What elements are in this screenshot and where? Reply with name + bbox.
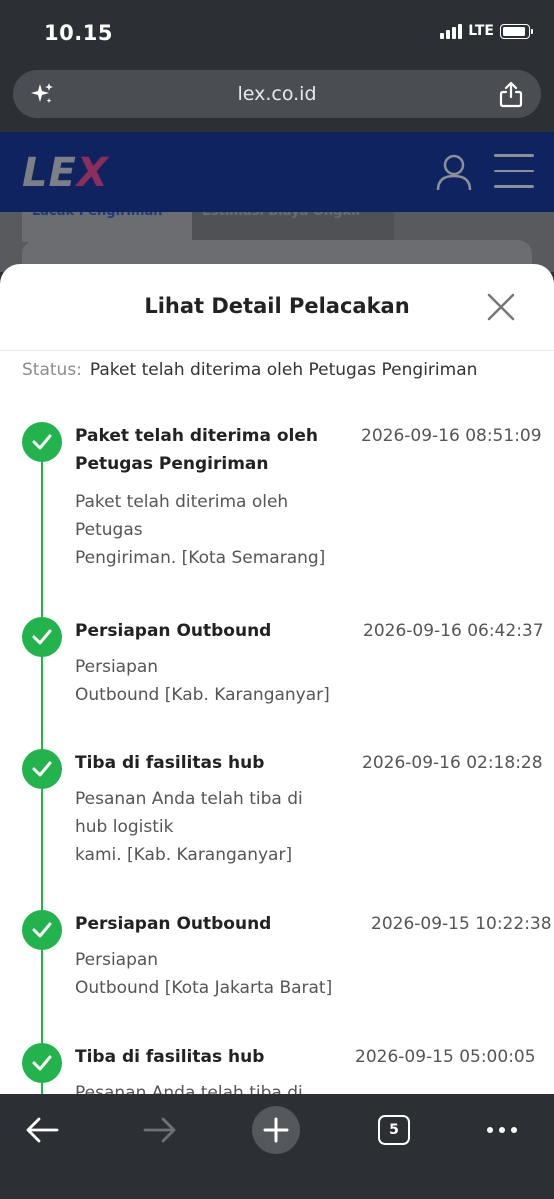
check-icon <box>22 422 62 462</box>
tab-estimasi-biaya: Estimasi Biaya Ongkir <box>192 212 394 242</box>
arrow-right-icon <box>143 1117 176 1143</box>
event-title: Tiba di fasilitas hub <box>75 753 265 773</box>
user-icon[interactable] <box>434 152 474 192</box>
signal-icon <box>440 23 463 39</box>
status-label: Status: <box>22 360 82 380</box>
status-summary: Status: Paket telah diterima oleh Petugas… <box>22 360 477 380</box>
event-description: Paket telah diterima oleh Petugas Pengir… <box>75 492 326 568</box>
hamburger-menu-icon[interactable] <box>494 154 534 190</box>
browser-url-area: lex.co.id <box>0 66 554 132</box>
close-icon[interactable] <box>486 292 516 322</box>
event-title: Tiba di fasilitas hub <box>75 1047 265 1067</box>
battery-icon <box>500 23 533 39</box>
forward-button[interactable] <box>140 1106 180 1154</box>
browser-toolbar: 5 <box>0 1094 554 1199</box>
check-icon <box>22 910 62 950</box>
event-title: Persiapan Outbound <box>75 914 272 934</box>
arrow-left-icon <box>26 1117 59 1143</box>
address-bar[interactable]: lex.co.id <box>13 70 541 118</box>
check-icon <box>22 749 62 789</box>
status-bar: 10.15 LTE <box>0 0 554 66</box>
plus-icon <box>263 1117 289 1143</box>
event-title: Persiapan Outbound <box>75 621 272 641</box>
sheet-title: Lihat Detail Pelacakan <box>144 294 410 318</box>
event-description: Persiapan Outbound [Kab. Karanganyar] <box>75 657 330 705</box>
more-options-icon[interactable] <box>482 1106 522 1154</box>
status-icons: LTE <box>440 23 533 39</box>
event-description: Persiapan Outbound [Kota Jakarta Barat] <box>75 950 333 998</box>
lex-logo[interactable]: LEX <box>22 150 109 196</box>
check-icon <box>22 617 62 657</box>
event-description: Pesanan Anda telah tiba di hub logistik … <box>75 789 303 865</box>
network-type: LTE <box>468 23 494 39</box>
tab-lacak-pengiriman: Lacak Pengiriman <box>22 212 192 242</box>
event-time: 2026-09-15 10:22:38 <box>371 914 552 934</box>
event-time: 2026-09-16 08:51:09 <box>361 426 542 446</box>
tab-count: 5 <box>378 1115 410 1145</box>
event-time: 2026-09-15 05:00:05 <box>355 1047 536 1067</box>
tracking-detail-sheet: Lihat Detail Pelacakan Status: Paket tela… <box>0 264 554 1094</box>
back-button[interactable] <box>22 1106 62 1154</box>
event-title: Paket telah diterima oleh Petugas Pengir… <box>75 426 318 474</box>
page-background-content: Lacak Pengiriman Estimasi Biaya Ongkir <box>0 212 554 280</box>
event-time: 2026-09-16 06:42:37 <box>363 621 544 641</box>
clock: 10.15 <box>44 21 113 45</box>
check-icon <box>22 1043 62 1083</box>
share-icon[interactable] <box>498 80 524 108</box>
url-text: lex.co.id <box>237 83 317 105</box>
status-value: Paket telah diterima oleh Petugas Pengir… <box>89 360 478 380</box>
site-header: LEX <box>0 132 554 212</box>
divider <box>0 350 554 351</box>
event-time: 2026-09-16 02:18:28 <box>362 753 543 773</box>
new-tab-button[interactable] <box>252 1106 300 1154</box>
tabs-button[interactable]: 5 <box>376 1106 412 1154</box>
event-description: Pesanan Anda telah tiba di <box>75 1083 303 1094</box>
